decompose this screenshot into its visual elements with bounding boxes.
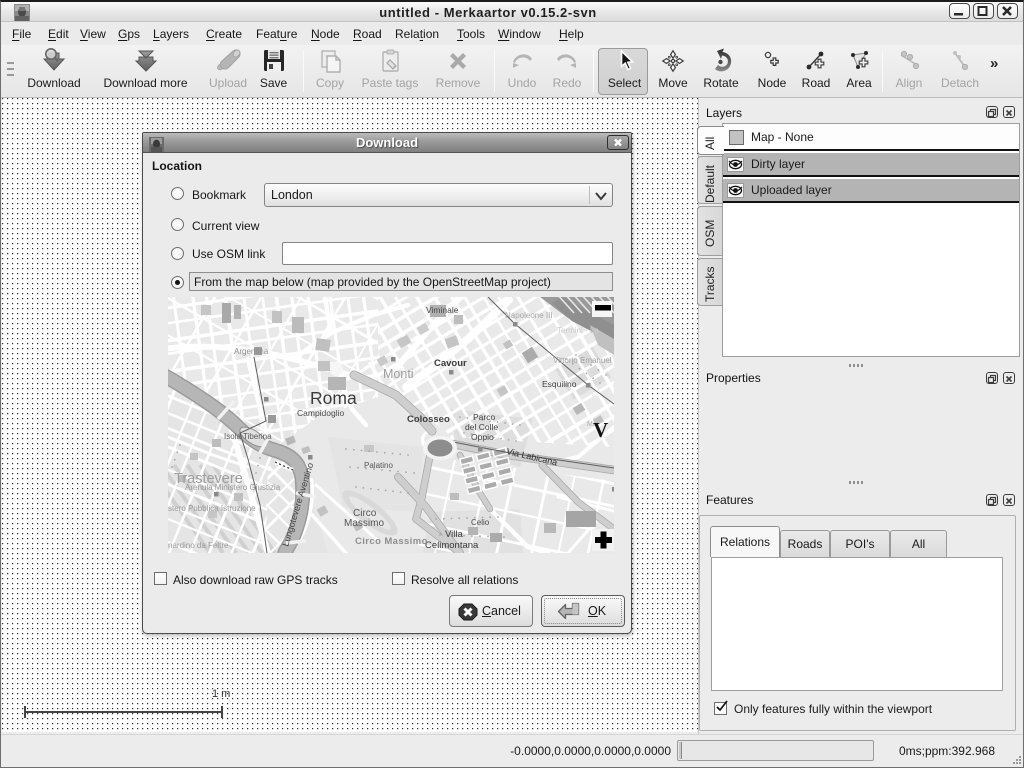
- svg-text:V: V: [593, 418, 608, 442]
- svg-text:Viminale: Viminale: [426, 305, 459, 315]
- svg-text:Villa: Villa: [445, 529, 463, 540]
- svg-text:Oppio: Oppio: [471, 432, 494, 442]
- svg-text:del Colle: del Colle: [465, 422, 498, 432]
- svg-text:Napoleone III: Napoleone III: [505, 311, 553, 320]
- svg-text:Roma: Roma: [310, 388, 357, 408]
- svg-text:Argentina: Argentina: [234, 347, 269, 356]
- svg-text:Colosseo: Colosseo: [407, 414, 450, 425]
- svg-text:Cavour: Cavour: [434, 358, 467, 369]
- svg-text:Termini - La: Termini - La: [557, 326, 599, 335]
- svg-text:Campidoglio: Campidoglio: [297, 408, 345, 418]
- svg-text:Esquilino: Esquilino: [542, 379, 577, 389]
- svg-text:Monti: Monti: [383, 367, 414, 381]
- svg-text:Trastevere: Trastevere: [174, 471, 243, 487]
- svg-text:stero Pubblica Istruzione: stero Pubblica Istruzione: [168, 504, 256, 513]
- svg-text:nardino da Feltre: nardino da Feltre: [168, 541, 229, 550]
- svg-text:Isola Tiberina: Isola Tiberina: [224, 432, 272, 441]
- svg-text:Celio: Celio: [471, 518, 490, 527]
- svg-text:Parco: Parco: [473, 412, 495, 422]
- svg-text:Massimo: Massimo: [344, 518, 384, 529]
- svg-text:Vittorio Emanuel: Vittorio Emanuel: [553, 356, 612, 365]
- svg-text:1 m: 1 m: [212, 688, 230, 700]
- svg-text:Celimontana: Celimontana: [425, 540, 479, 551]
- svg-text:Palatino: Palatino: [364, 461, 393, 470]
- svg-text:Circo Massimo: Circo Massimo: [355, 536, 428, 547]
